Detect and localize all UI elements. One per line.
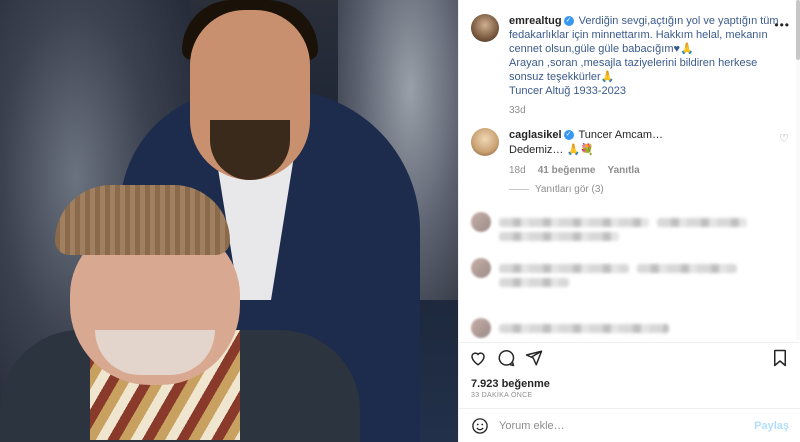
blurred-comment <box>471 212 747 232</box>
blurred-comment <box>499 232 619 241</box>
like-count[interactable]: 7.923 beğenme <box>471 378 550 390</box>
emoji-icon[interactable] <box>471 417 489 435</box>
share-icon[interactable] <box>525 349 543 367</box>
comment-text: caglasikel ✓ Tuncer Amcam… Dedemiz… 🙏💐 18… <box>509 128 791 178</box>
blurred-text <box>499 263 629 273</box>
caption-text: emrealtug ✓ Verdiğin sevgi,açtığın yol ve… <box>509 14 791 118</box>
caption-line-3: Tuncer Altuğ 1933-2023 <box>509 85 627 97</box>
blurred-text <box>499 323 669 333</box>
blurred-avatar <box>471 318 491 338</box>
blurred-comment <box>471 318 669 338</box>
commenter-username[interactable]: caglasikel <box>509 129 562 141</box>
blurred-comment <box>499 278 569 287</box>
blurred-comment <box>471 258 737 278</box>
blurred-text <box>499 278 569 287</box>
post-caption: emrealtug ✓ Verdiğin sevgi,açtığın yol ve… <box>471 14 791 118</box>
comment-item: caglasikel ✓ Tuncer Amcam… Dedemiz… 🙏💐 18… <box>471 128 791 178</box>
blurred-text <box>499 217 649 227</box>
blurred-avatar <box>471 212 491 232</box>
post-dialog: emrealtug ✓ Verdiğin sevgi,açtığın yol ve… <box>0 0 800 442</box>
photo-elder-cap <box>55 185 230 255</box>
post-side-panel: emrealtug ✓ Verdiğin sevgi,açtığın yol ve… <box>458 0 800 442</box>
post-timestamp: 33 DAKİKA ÖNCE <box>471 392 533 399</box>
comment-like-heart-icon[interactable]: ♡ <box>779 132 791 145</box>
like-heart-icon[interactable] <box>469 349 487 367</box>
caption-age: 33d <box>509 105 526 116</box>
post-actions-bar <box>459 342 800 372</box>
author-avatar[interactable] <box>471 14 499 42</box>
comment-icon[interactable] <box>497 349 515 367</box>
blurred-text <box>499 232 619 241</box>
bookmark-icon[interactable] <box>771 349 789 367</box>
view-replies-button[interactable]: Yanıtları gör (3) <box>509 184 604 195</box>
author-username[interactable]: emrealtug <box>509 15 562 27</box>
add-comment-bar: Paylaş <box>459 408 800 442</box>
more-options-icon[interactable]: ••• <box>774 18 790 32</box>
verified-badge-icon: ✓ <box>563 16 574 27</box>
comment-input[interactable] <box>499 419 739 432</box>
comment-age: 18d <box>509 165 526 176</box>
comment-meta: 18d 41 beğenme Yanıtla <box>509 163 791 178</box>
comment-body-2: Dedemiz… 🙏💐 <box>509 144 594 156</box>
reply-button[interactable]: Yanıtla <box>608 163 640 178</box>
post-comment-button[interactable]: Paylaş <box>754 420 789 432</box>
verified-badge-icon: ✓ <box>563 130 574 141</box>
blurred-text <box>657 217 747 227</box>
post-photo[interactable] <box>0 0 458 442</box>
comment-body: Tuncer Amcam… <box>578 129 664 141</box>
blurred-avatar <box>471 258 491 278</box>
scrollbar-thumb[interactable] <box>796 0 800 60</box>
comments-scrollbar[interactable] <box>796 0 800 340</box>
comment-likes[interactable]: 41 beğenme <box>538 163 596 178</box>
caption-line-2: Arayan ,soran ,mesajla taziyelerini bild… <box>509 57 758 83</box>
blurred-text <box>637 263 737 273</box>
commenter-avatar[interactable] <box>471 128 499 156</box>
